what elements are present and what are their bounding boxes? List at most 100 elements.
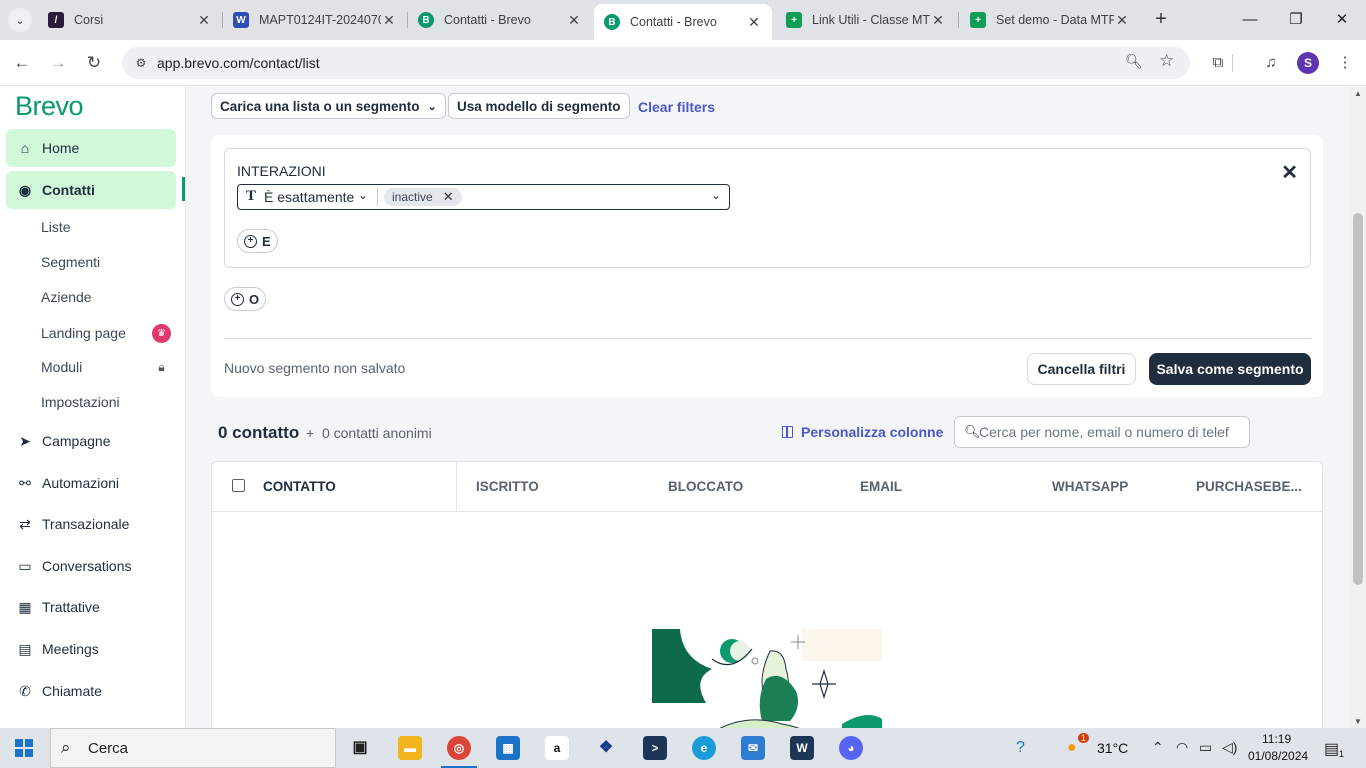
clock-time[interactable]: 11:19 xyxy=(1262,732,1291,746)
close-condition-icon[interactable]: ✕ xyxy=(1281,160,1298,185)
task-view-icon[interactable]: ▣ xyxy=(348,736,372,760)
select-all-checkbox[interactable] xyxy=(232,479,245,492)
close-tab-icon[interactable]: ✕ xyxy=(746,14,762,31)
wifi-icon[interactable]: ◠ xyxy=(1176,739,1188,756)
browser-tab-4[interactable]: + Link Utili - Classe MTP ✕ xyxy=(776,0,956,40)
scrollbar-thumb[interactable] xyxy=(1353,213,1363,585)
scroll-up-icon[interactable]: ▲ xyxy=(1353,89,1363,98)
scroll-down-icon[interactable]: ▼ xyxy=(1353,717,1363,726)
mail-icon[interactable]: ✉ xyxy=(741,736,765,760)
windows-start-icon[interactable] xyxy=(15,739,33,757)
tab-search-icon[interactable]: ⌄ xyxy=(8,8,32,32)
url-text[interactable]: app.brevo.com/contact/list xyxy=(157,55,320,71)
store-icon[interactable]: ▦ xyxy=(496,736,520,760)
use-template-button[interactable]: Usa modello di segmento xyxy=(448,93,630,119)
browser-tab-1[interactable]: W MAPT0124IT-2024070 ✕ xyxy=(223,0,407,40)
search-input[interactable] xyxy=(979,423,1229,441)
site-info-icon[interactable]: ⚙ xyxy=(132,54,150,72)
chrome-icon[interactable]: ◎ xyxy=(441,736,477,768)
notifications-icon[interactable]: ▤ xyxy=(1324,739,1339,759)
forward-icon[interactable]: → xyxy=(46,51,70,75)
sidebar-subitem-moduli[interactable]: Moduli 🔒︎ xyxy=(41,359,171,375)
help-icon[interactable]: ? xyxy=(1016,739,1025,757)
add-and-condition-button[interactable]: + E xyxy=(237,229,278,253)
sidebar-item-chiamate[interactable]: ✆ Chiamate xyxy=(6,672,176,710)
sidebar-item-contatti[interactable]: ◉ Contatti xyxy=(6,171,176,209)
sidebar-item-conversations[interactable]: ▭ Conversations xyxy=(6,547,176,585)
edge-icon[interactable]: e xyxy=(692,736,716,760)
customize-columns-button[interactable]: Personalizza colonne xyxy=(782,424,943,440)
sidebar-subitem-liste[interactable]: Liste xyxy=(41,219,171,235)
bookmark-star-icon[interactable]: ☆ xyxy=(1159,51,1174,71)
close-tab-icon[interactable]: ✕ xyxy=(1114,12,1130,29)
save-segment-button[interactable]: Salva come segmento xyxy=(1149,353,1311,385)
column-header-bloccato[interactable]: BLOCCATO xyxy=(668,479,743,494)
filter-input[interactable]: T È esattamente ⌄ inactive ✕ ⌄ xyxy=(237,184,730,210)
column-header-purchasebe[interactable]: PURCHASEBE... xyxy=(1196,479,1302,494)
sidebar-subitem-landing-page[interactable]: Landing page ♛ xyxy=(41,323,171,343)
sidebar-item-meetings[interactable]: ▤ Meetings xyxy=(6,630,176,668)
remove-chip-icon[interactable]: ✕ xyxy=(443,189,454,205)
restore-icon[interactable]: ❐ xyxy=(1284,8,1308,32)
sidebar-item-transazionale[interactable]: ⇄ Transazionale xyxy=(6,505,176,543)
chevron-up-icon[interactable]: ⌃ xyxy=(1152,739,1164,756)
new-tab-icon[interactable]: + xyxy=(1150,9,1172,31)
cancel-filters-button[interactable]: Cancella filtri xyxy=(1027,353,1136,385)
sidebar-item-home[interactable]: ⌂ Home xyxy=(6,129,176,167)
operator-select[interactable]: È esattamente xyxy=(264,189,354,205)
sidebar-subitem-impostazioni[interactable]: Impostazioni xyxy=(41,394,171,410)
taskbar-search[interactable]: ⌕ Cerca xyxy=(50,728,336,768)
minimize-icon[interactable]: — xyxy=(1238,8,1262,32)
media-control-icon[interactable]: ♫ xyxy=(1260,52,1282,74)
sidebar-subitem-label: Landing page xyxy=(41,325,126,341)
webex-icon[interactable]: W xyxy=(790,736,814,760)
weather-icon[interactable]: ● xyxy=(1067,739,1077,757)
clock-date[interactable]: 01/08/2024 xyxy=(1248,749,1308,763)
and-label: E xyxy=(262,233,271,249)
sidebar-item-automazioni[interactable]: ⚯ Automazioni xyxy=(6,464,176,502)
chevron-down-icon[interactable]: ⌄ xyxy=(711,188,721,202)
reload-icon[interactable]: ↻ xyxy=(82,51,106,75)
browser-tab-3-active[interactable]: B Contatti - Brevo ✕ xyxy=(594,4,772,40)
file-explorer-icon[interactable]: ▬ xyxy=(398,736,422,760)
column-header-iscritto[interactable]: ISCRITTO xyxy=(476,479,539,494)
column-header-email[interactable]: EMAIL xyxy=(860,479,902,494)
filter-divider xyxy=(377,188,378,206)
sidebar-subitem-segmenti[interactable]: Segmenti xyxy=(41,254,171,270)
contacts-table: CONTATTO ISCRITTO BLOCCATO EMAIL WHATSAP… xyxy=(211,461,1323,728)
amazon-icon[interactable]: a xyxy=(545,736,569,760)
close-tab-icon[interactable]: ✕ xyxy=(381,12,397,29)
load-list-dropdown[interactable]: Carica una lista o un segmento ⌄ xyxy=(211,93,446,119)
sidebar-item-trattative[interactable]: ▦ Trattative xyxy=(6,588,176,626)
column-header-whatsapp[interactable]: WHATSAPP xyxy=(1052,479,1128,494)
browser-menu-icon[interactable]: ⋮ xyxy=(1334,52,1356,74)
browser-tab-0[interactable]: / Corsi ✕ xyxy=(38,0,222,40)
brevo-logo[interactable]: Brevo xyxy=(15,91,84,122)
sidebar-item-campagne[interactable]: ➤ Campagne xyxy=(6,422,176,460)
volume-icon[interactable]: ◁) xyxy=(1222,739,1237,756)
browser-tab-5[interactable]: + Set demo - Data MTP ✕ xyxy=(960,0,1140,40)
toolbar-divider xyxy=(1232,54,1233,72)
column-header-contatto[interactable]: CONTATTO xyxy=(263,479,336,494)
clear-filters-link[interactable]: Clear filters xyxy=(638,99,715,115)
battery-icon[interactable]: ▭ xyxy=(1199,739,1212,756)
page-scrollbar[interactable]: ▲ ▼ xyxy=(1350,87,1366,728)
dropbox-icon[interactable]: ❖ xyxy=(594,736,618,760)
zoom-icon[interactable]: 🔍︎ xyxy=(1125,53,1143,70)
close-tab-icon[interactable]: ✕ xyxy=(566,12,582,29)
browser-tab-2[interactable]: B Contatti - Brevo ✕ xyxy=(408,0,592,40)
add-or-condition-button[interactable]: + O xyxy=(224,287,267,311)
back-icon[interactable]: ← xyxy=(10,51,34,75)
temperature[interactable]: 31°C xyxy=(1097,740,1128,756)
address-bar[interactable]: ⚙ app.brevo.com/contact/list 🔍︎ ☆ xyxy=(122,47,1190,79)
chevron-down-icon[interactable]: ⌄ xyxy=(358,188,368,202)
close-window-icon[interactable]: ✕ xyxy=(1330,8,1354,32)
chevron-down-icon: ⌄ xyxy=(427,100,437,113)
sidebar-subitem-aziende[interactable]: Aziende xyxy=(41,289,171,305)
close-tab-icon[interactable]: ✕ xyxy=(196,12,212,29)
close-tab-icon[interactable]: ✕ xyxy=(930,12,946,29)
extensions-icon[interactable]: ⧉ xyxy=(1207,52,1229,74)
discord-icon[interactable]: ◕ xyxy=(839,736,863,760)
powershell-icon[interactable]: > xyxy=(643,736,667,760)
profile-avatar[interactable]: S xyxy=(1297,52,1319,74)
